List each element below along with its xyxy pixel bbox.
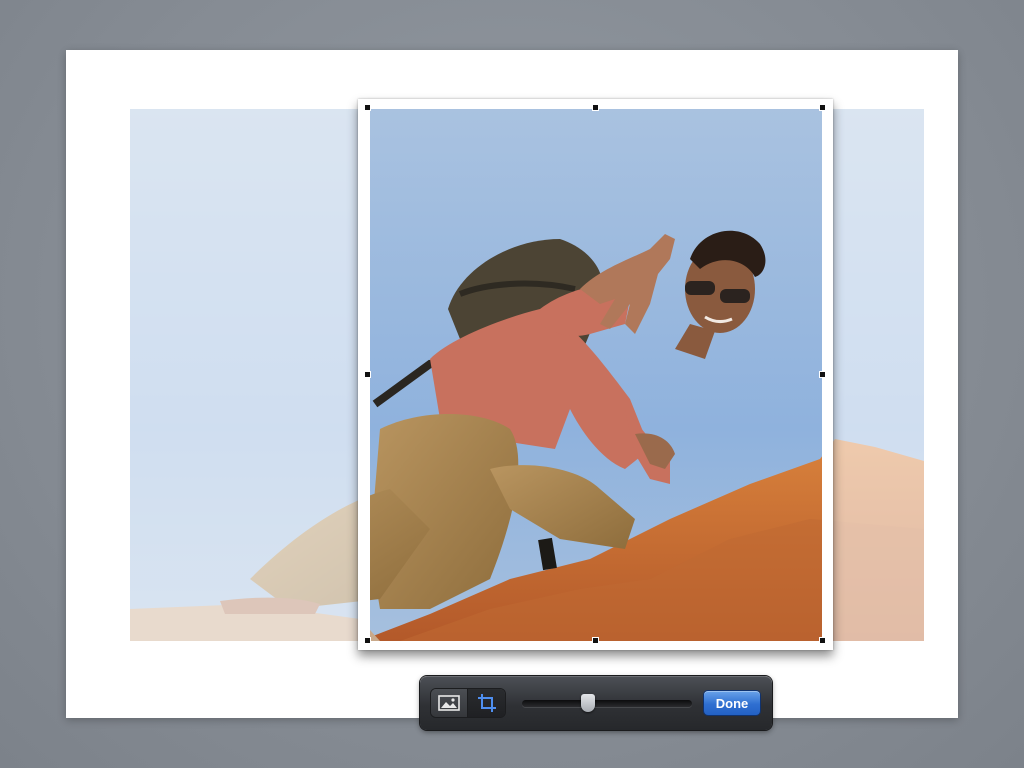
crop-handle-bottom[interactable] [592,637,599,644]
crop-handle-top-right[interactable] [819,104,826,111]
crop-handle-bottom-left[interactable] [364,637,371,644]
image-edit-toolbar: Done [420,676,772,730]
crop-mode-button[interactable] [468,689,505,717]
cropped-photo-image [370,109,822,641]
mode-segmented-control [431,689,505,717]
crop-handle-top-left[interactable] [364,104,371,111]
crop-icon [477,694,496,712]
crop-handle-right[interactable] [819,371,826,378]
zoom-slider-track[interactable] [522,694,692,712]
crop-handle-bottom-right[interactable] [819,637,826,644]
crop-handle-left[interactable] [364,371,371,378]
image-icon [438,695,460,711]
cropped-photo[interactable] [370,109,822,641]
zoom-slider-knob[interactable] [581,694,596,712]
crop-frame[interactable] [358,99,833,650]
done-button[interactable]: Done [704,691,760,715]
image-mode-button[interactable] [431,689,468,717]
crop-handle-top[interactable] [592,104,599,111]
